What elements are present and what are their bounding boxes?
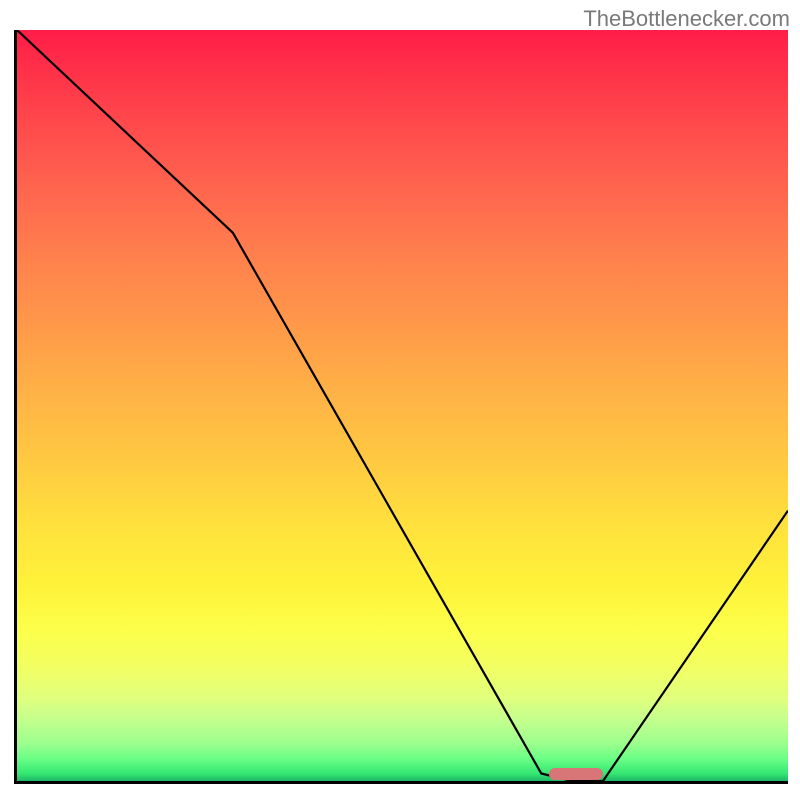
watermark-text: TheBottlenecker.com: [583, 6, 790, 32]
axes: [14, 30, 788, 784]
chart-container: TheBottlenecker.com: [0, 0, 800, 800]
